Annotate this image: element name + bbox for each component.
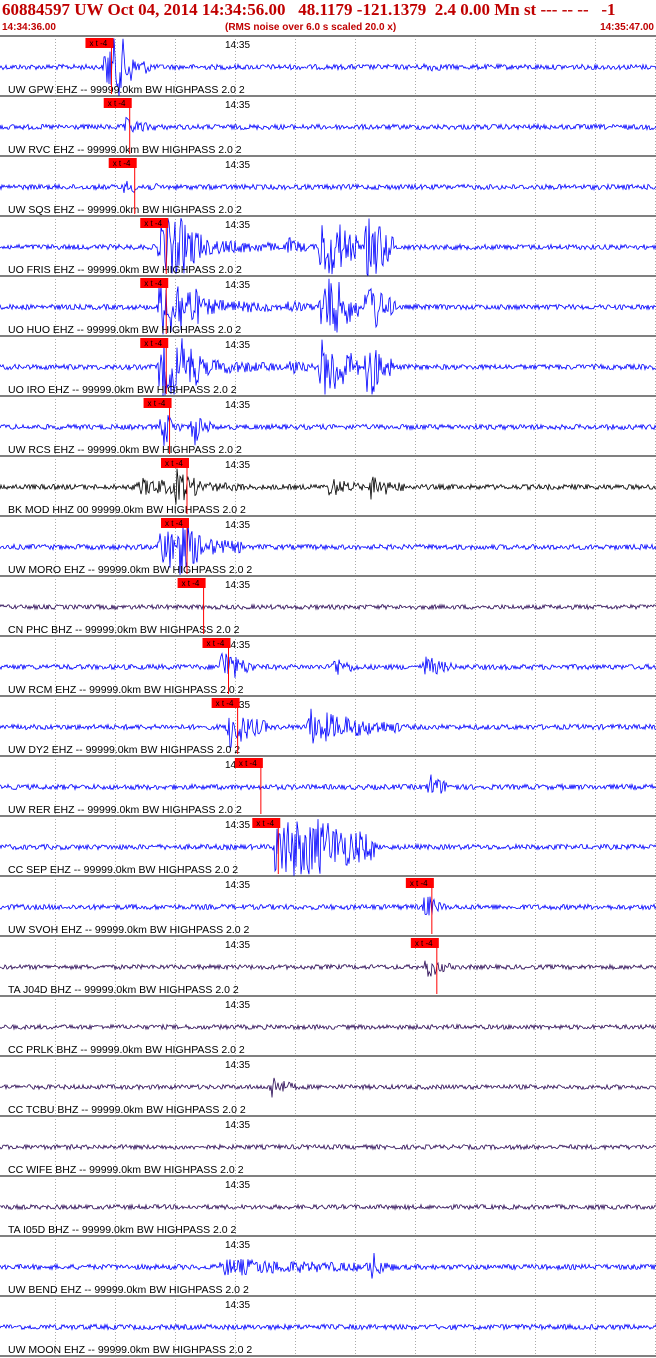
waveform-trace [0,116,656,133]
pick-label: x t -4 [108,99,126,108]
minute-marker-label: 14:35 [225,1180,250,1191]
station-label: UW BEND EHZ -- 99999.0km BW HIGHPASS 2.0… [8,1284,249,1296]
minute-marker-label: 14:35 [225,520,250,531]
pick-label: x t -4 [165,519,183,528]
station-label: UW MOON EHZ -- 99999.0km BW HIGHPASS 2.0… [8,1344,252,1356]
minute-marker-label: 14:35 [225,460,250,471]
seismogram-plot: 14:35 UW GPW EHZ -- 99999.0km BW HIGHPASS… [0,35,656,1357]
station-label: UW RER EHZ -- 99999.0km BW HIGHPASS 2.0 … [8,804,242,816]
pick-label: x t -4 [113,159,131,168]
waveform-trace [0,1077,656,1098]
station-label: CC WIFE BHZ -- 99999.0km BW HIGHPASS 2.0… [8,1164,244,1176]
waveform-trace [0,774,656,794]
minute-marker-label: 14:35 [225,820,250,831]
waveform-trace [0,708,656,749]
station-label: CC TCBU BHZ -- 99999.0km BW HIGHPASS 2.0… [8,1104,246,1116]
minute-marker-label: 14:35 [225,1300,250,1311]
station-label: BK MOD HHZ 00 99999.0km BW HIGHPASS 2.0 … [8,504,246,516]
pick-label: x t -4 [144,279,162,288]
minute-marker-label: 14:35 [225,220,250,231]
waveform-trace [0,1322,656,1331]
pick-label: x t -4 [165,459,183,468]
minute-marker-label: 14:35 [225,340,250,351]
minute-marker-label: 14:35 [225,100,250,111]
station-label: UW DY2 EHZ -- 99999.0km BW HIGHPASS 2.0 … [8,744,240,756]
pick-label: x t -4 [148,399,166,408]
pick-label: x t -4 [89,39,107,48]
pick-label: x t -4 [206,639,224,648]
station-label: TA J04D BHZ -- 99999.0km BW HIGHPASS 2.0… [8,984,239,996]
waveform-trace [0,652,656,678]
station-label: UW MORO EHZ -- 99999.0km BW HIGHPASS 2.0… [8,564,252,576]
minute-marker-label: 14:35 [225,400,250,411]
minute-marker-label: 14:35 [225,1240,250,1251]
waveform-trace [0,1203,656,1211]
station-label: UW GPW EHZ -- 99999.0km BW HIGHPASS 2.0 … [8,84,245,96]
pick-label: x t -4 [144,339,162,348]
station-label: UW RCM EHZ -- 99999.0km BW HIGHPASS 2.0 … [8,684,244,696]
waveform-trace [0,1143,656,1151]
waveform-trace [0,896,656,916]
minute-marker-label: 14:35 [225,1120,250,1131]
minute-marker-label: 14:35 [225,880,250,891]
minute-marker-label: 14:35 [225,280,250,291]
station-label: UO FRIS EHZ -- 99999.0km BW HIGHPASS 2.0… [8,264,242,276]
station-label: UO HUO EHZ -- 99999.0km BW HIGHPASS 2.0 … [8,324,241,336]
station-label: UW SQS EHZ -- 99999.0km BW HIGHPASS 2.0 … [8,204,242,216]
waveform-trace [0,1023,656,1031]
pick-label: x t -4 [216,699,234,708]
waveform-trace [0,180,656,194]
waveform-trace [0,603,656,611]
waveform-trace [0,468,656,505]
pick-label: x t -4 [256,819,274,828]
station-label: UO IRO EHZ -- 99999.0km BW HIGHPASS 2.0 … [8,384,237,396]
waveform-trace [0,960,656,977]
pick-label: x t -4 [410,879,428,888]
minute-marker-label: 14:35 [225,1000,250,1011]
station-label: CN PHC BHZ -- 99999.0km BW HIGHPASS 2.0 … [8,624,240,636]
station-label: CC SEP EHZ -- 99999.0km BW HIGHPASS 2.0 … [8,864,238,876]
minute-marker-label: 14:35 [225,580,250,591]
waveform-trace [0,1252,656,1279]
station-label: UW SVOH EHZ -- 99999.0km BW HIGHPASS 2.0… [8,924,250,936]
pick-label: x t -4 [182,579,200,588]
station-label: UW RCS EHZ -- 99999.0km BW HIGHPASS 2.0 … [8,444,242,456]
minute-marker-label: 14:35 [225,160,250,171]
waveform-trace [0,415,656,446]
pick-label: x t -4 [239,759,257,768]
pick-label: x t -4 [415,939,433,948]
pick-label: x t -4 [144,219,162,228]
minute-marker-label: 14:35 [225,940,250,951]
minute-marker-label: 14:35 [225,1060,250,1071]
minute-marker-label: 14:35 [225,40,250,51]
station-label: UW RVC EHZ -- 99999.0km BW HIGHPASS 2.0 … [8,144,242,156]
station-label: CC PRLK BHZ -- 99999.0km BW HIGHPASS 2.0… [8,1044,245,1056]
station-label: TA I05D BHZ -- 99999.0km BW HIGHPASS 2.0… [8,1224,237,1236]
